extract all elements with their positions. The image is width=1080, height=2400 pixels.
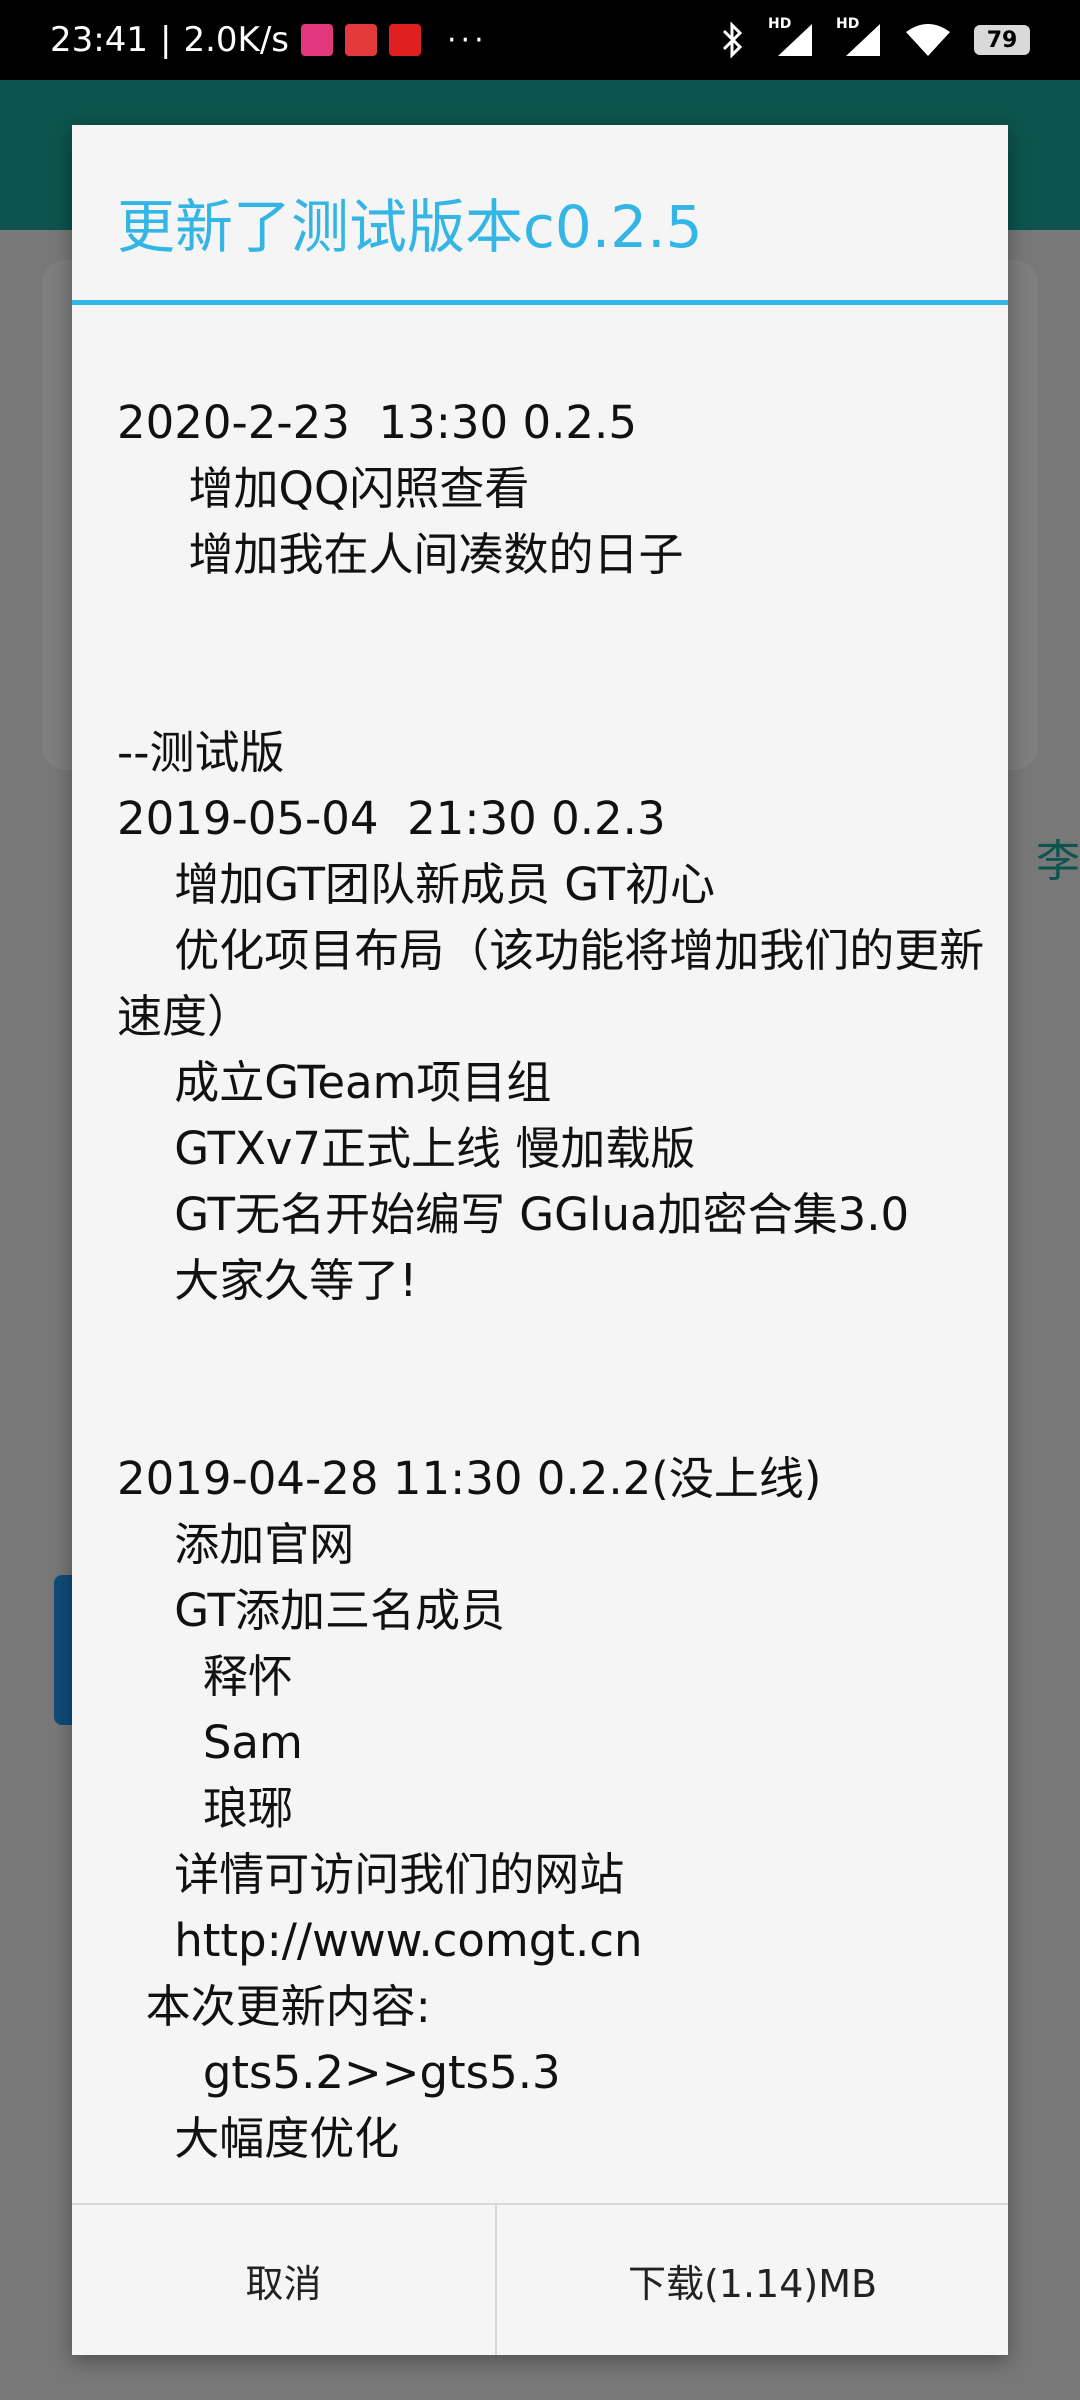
changelog-text: 2020-2-23 13:30 0.2.5 增加QQ闪照查看 增加我在人间凑数的… [117, 396, 985, 2165]
status-right: HD HD 79 [720, 16, 1030, 59]
dialog-button-bar: 取消 下载(1.14)MB [72, 2203, 1008, 2355]
signal-icon: HD [768, 16, 814, 58]
status-left: 23:41 | 2.0K/s ··· [50, 20, 488, 60]
status-time: 23:41 [50, 20, 148, 60]
app-notification-icon [301, 24, 333, 56]
battery-icon: 79 [974, 25, 1030, 55]
wifi-icon [906, 24, 950, 56]
status-separator: | [159, 20, 172, 60]
bluetooth-icon [722, 21, 743, 59]
dialog-title: 更新了测试版本c0.2.5 [117, 193, 703, 261]
title-divider [72, 300, 1008, 305]
cancel-button[interactable]: 取消 [72, 2205, 497, 2355]
app-notification-icon [389, 24, 421, 56]
network-speed: 2.0K/s [183, 20, 289, 60]
app-notification-icon [345, 24, 377, 56]
signal-icon: HD [836, 16, 882, 58]
changelog-scroll-area[interactable]: 2020-2-23 13:30 0.2.5 增加QQ闪照查看 增加我在人间凑数的… [117, 390, 997, 2335]
download-button[interactable]: 下载(1.14)MB [497, 2205, 1008, 2355]
more-notifications-icon: ··· [447, 22, 488, 58]
status-bar: 23:41 | 2.0K/s ··· HD HD 79 [0, 0, 1080, 80]
update-dialog: 更新了测试版本c0.2.5 2020-2-23 13:30 0.2.5 增加QQ… [72, 125, 1008, 2355]
